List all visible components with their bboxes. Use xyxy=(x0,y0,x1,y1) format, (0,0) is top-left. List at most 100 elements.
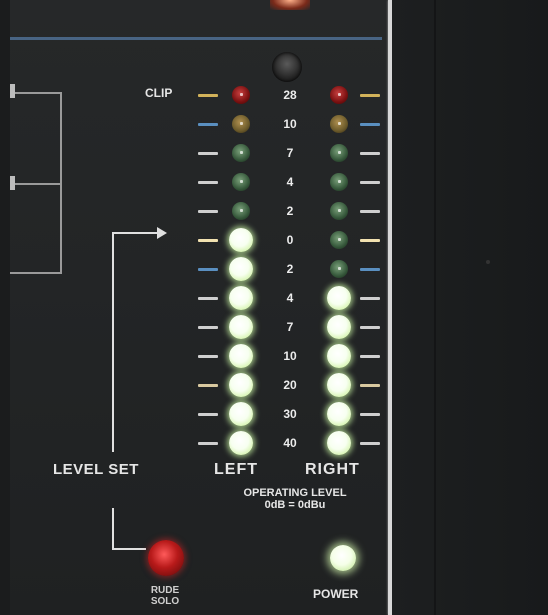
level-set-arrow xyxy=(112,232,160,234)
left-meter-led xyxy=(229,286,253,310)
right-meter-led xyxy=(327,373,351,397)
meter-scale-value: 28 xyxy=(283,88,297,102)
led-reflection xyxy=(240,121,244,125)
meter-tick xyxy=(360,210,380,213)
meter-tick xyxy=(360,152,380,155)
power-led xyxy=(330,545,356,571)
trim-knob[interactable] xyxy=(272,52,302,82)
meter-tick xyxy=(198,384,218,387)
level-set-line xyxy=(112,232,114,452)
meter-tick xyxy=(198,123,218,126)
side-rack-area xyxy=(392,0,548,615)
left-channel-label: LEFT xyxy=(214,461,258,478)
meter-tick xyxy=(198,152,218,155)
rude-solo-line1: RUDE xyxy=(150,585,180,596)
left-meter-led xyxy=(232,173,250,191)
meter-tick xyxy=(360,355,380,358)
level-set-line-to-solo xyxy=(112,548,146,550)
meter-tick xyxy=(198,181,218,184)
right-meter-led xyxy=(330,260,348,278)
led-reflection xyxy=(338,208,342,212)
meter-tick xyxy=(198,413,218,416)
led-reflection xyxy=(240,179,244,183)
right-meter-led xyxy=(330,86,348,104)
meter-tick xyxy=(360,94,380,97)
left-meter-led xyxy=(232,202,250,220)
blue-divider-line xyxy=(10,37,382,40)
screw-icon xyxy=(486,260,490,264)
right-meter-led xyxy=(327,431,351,455)
led-reflection xyxy=(240,150,244,154)
left-meter-led xyxy=(232,144,250,162)
meter-scale-value: 40 xyxy=(283,436,297,450)
meter-tick xyxy=(360,442,380,445)
meter-scale-value: 7 xyxy=(286,146,294,160)
meter-tick xyxy=(198,355,218,358)
left-meter-led xyxy=(229,257,253,281)
left-meter-led xyxy=(229,315,253,339)
right-meter-led xyxy=(327,286,351,310)
meter-tick xyxy=(360,181,380,184)
left-meter-led xyxy=(229,344,253,368)
edge-mark xyxy=(10,176,15,190)
meter-tick xyxy=(198,442,218,445)
operating-level-reference: 0dB = 0dBu xyxy=(264,499,326,511)
meter-scale-value: 0 xyxy=(286,233,294,247)
meter-scale-value: 4 xyxy=(286,175,294,189)
meter-tick xyxy=(360,239,380,242)
left-meter-led xyxy=(229,228,253,252)
left-meter-led xyxy=(229,373,253,397)
led-reflection xyxy=(338,237,342,241)
led-reflection xyxy=(338,150,342,154)
led-reflection xyxy=(338,121,342,125)
meter-tick xyxy=(198,239,218,242)
routing-bracket-mid xyxy=(10,183,62,185)
meter-scale-value: 2 xyxy=(286,262,294,276)
level-set-line-lower xyxy=(112,508,114,548)
meter-tick xyxy=(198,210,218,213)
meter-tick xyxy=(198,297,218,300)
meter-tick xyxy=(198,94,218,97)
arrow-head-icon xyxy=(157,227,167,239)
meter-tick xyxy=(198,268,218,271)
power-label: POWER xyxy=(313,587,359,601)
operating-level-title: OPERATING LEVEL xyxy=(243,487,347,499)
operating-level-label: OPERATING LEVEL 0dB = 0dBu xyxy=(205,487,385,511)
rude-solo-label: RUDE SOLO xyxy=(140,585,190,607)
meter-tick xyxy=(360,326,380,329)
clip-label: CLIP xyxy=(145,86,173,100)
right-meter-led xyxy=(330,115,348,133)
left-meter-led xyxy=(232,115,250,133)
right-meter-led xyxy=(327,402,351,426)
meter-tick xyxy=(360,123,380,126)
right-meter-led xyxy=(330,231,348,249)
right-meter-led xyxy=(330,144,348,162)
left-meter-led xyxy=(232,86,250,104)
meter-scale-value: 10 xyxy=(283,349,297,363)
rude-solo-line2: SOLO xyxy=(150,596,180,607)
edge-mark xyxy=(10,84,15,98)
led-reflection xyxy=(338,92,342,96)
meter-scale-value: 20 xyxy=(283,378,297,392)
meter-scale-value: 2 xyxy=(286,204,294,218)
meter-scale-value: 7 xyxy=(286,320,294,334)
meter-tick xyxy=(360,268,380,271)
right-meter-led xyxy=(330,173,348,191)
led-reflection xyxy=(240,208,244,212)
left-meter-led xyxy=(229,431,253,455)
right-meter-led xyxy=(327,344,351,368)
meter-tick xyxy=(198,326,218,329)
meter-tick xyxy=(360,413,380,416)
led-reflection xyxy=(338,266,342,270)
meter-tick xyxy=(360,297,380,300)
rack-seam xyxy=(434,0,436,615)
level-set-label: LEVEL SET xyxy=(53,461,139,478)
rude-solo-led xyxy=(148,540,184,576)
left-meter-led xyxy=(229,402,253,426)
meter-tick xyxy=(360,384,380,387)
led-reflection xyxy=(240,92,244,96)
right-meter-led xyxy=(330,202,348,220)
top-indicator-glow xyxy=(270,0,310,10)
meter-scale-value: 4 xyxy=(286,291,294,305)
led-reflection xyxy=(338,179,342,183)
